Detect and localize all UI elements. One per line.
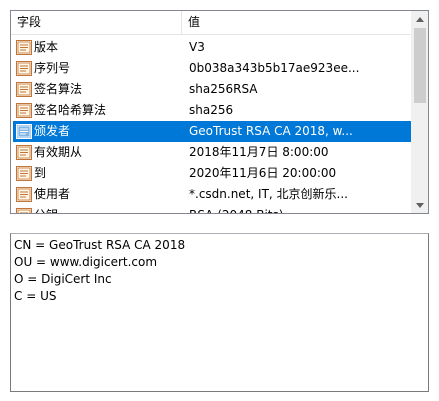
vertical-scrollbar[interactable]: [411, 11, 428, 213]
field-value-textbox[interactable]: CN = GeoTrust RSA CA 2018 OU = www.digice…: [10, 233, 429, 392]
column-header-value[interactable]: 值: [188, 11, 408, 34]
field-value: GeoTrust RSA CA 2018, w...: [189, 124, 353, 138]
table-row[interactable]: 有效期从 2018年11月7日 8:00:00: [13, 142, 414, 163]
certificate-field-icon: [16, 40, 32, 55]
field-name: 签名哈希算法: [34, 103, 107, 117]
field-name: 使用者: [34, 187, 71, 201]
certificate-fields-list[interactable]: 字段 值 版本 V3 序列号 0b038a343b5b17ae923ee... 签名算法…: [10, 10, 429, 214]
certificate-field-icon: [16, 124, 32, 139]
table-row[interactable]: 序列号 0b038a343b5b17ae923ee...: [13, 58, 414, 79]
scroll-down-arrow-icon[interactable]: [412, 197, 428, 213]
field-value: sha256: [189, 103, 234, 117]
column-header-field[interactable]: 字段: [17, 11, 177, 34]
field-name: 签名算法: [34, 82, 83, 96]
field-name: 序列号: [34, 61, 71, 75]
table-row[interactable]: 使用者 *.csdn.net, IT, 北京创新乐...: [13, 184, 414, 205]
certificate-field-icon: [16, 61, 32, 76]
table-row[interactable]: 签名算法 sha256RSA: [13, 79, 414, 100]
certificate-field-icon: [16, 103, 32, 118]
field-name: 公钥: [34, 205, 58, 213]
value-line: CN = GeoTrust RSA CA 2018: [14, 238, 186, 252]
value-line: C = US: [14, 289, 57, 303]
list-rows: 版本 V3 序列号 0b038a343b5b17ae923ee... 签名算法 sha25…: [11, 35, 414, 213]
certificate-field-icon: [16, 187, 32, 202]
field-name: 版本: [34, 40, 59, 54]
field-value: V3: [189, 40, 205, 54]
field-name: 到: [34, 166, 47, 180]
table-row[interactable]: 颁发者 GeoTrust RSA CA 2018, w...: [13, 121, 414, 142]
value-line: O = DigiCert Inc: [14, 272, 112, 286]
field-value: 2020年11月6日 20:00:00: [189, 166, 337, 180]
list-header: 字段 值: [11, 11, 414, 35]
field-value: sha256RSA: [189, 82, 258, 96]
certificate-field-icon: [16, 166, 32, 181]
scroll-thumb[interactable]: [414, 28, 426, 103]
certificate-field-icon: [16, 145, 32, 160]
field-name: 颁发者: [34, 124, 71, 138]
field-value: *.csdn.net, IT, 北京创新乐...: [189, 187, 348, 201]
field-value: 0b038a343b5b17ae923ee...: [189, 61, 360, 75]
column-divider[interactable]: [181, 11, 182, 34]
value-line: OU = www.digicert.com: [14, 255, 158, 269]
table-row[interactable]: 到 2020年11月6日 20:00:00: [13, 163, 414, 184]
certificate-field-icon: [16, 208, 32, 213]
field-name: 有效期从: [34, 145, 83, 159]
field-value: RSA (2048 Bits): [189, 205, 409, 213]
table-row[interactable]: 签名哈希算法 sha256: [13, 100, 414, 121]
table-row[interactable]: 公钥 RSA (2048 Bits): [13, 205, 414, 213]
table-row[interactable]: 版本 V3: [13, 37, 414, 58]
field-value: 2018年11月7日 8:00:00: [189, 145, 329, 159]
scroll-up-arrow-icon[interactable]: [412, 11, 428, 27]
certificate-field-icon: [16, 82, 32, 97]
